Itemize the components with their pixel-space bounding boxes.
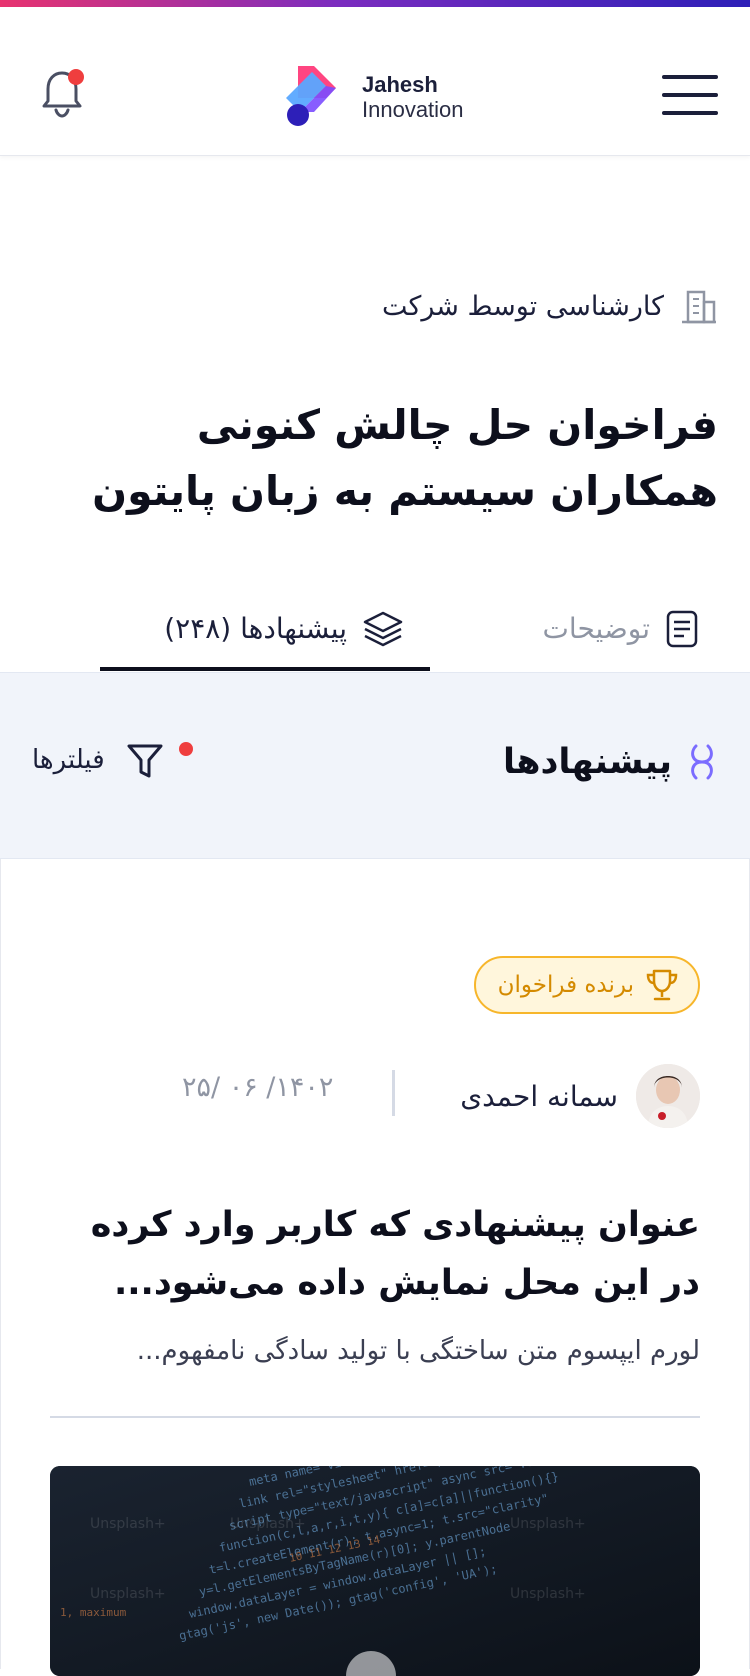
tab-description[interactable]: توضیحات [543,585,700,672]
logo-wordmark-line2: Innovation [362,97,464,122]
proposals-section-title: پیشنهادها [503,740,718,784]
building-icon [682,290,716,324]
svg-text:Unsplash+: Unsplash+ [90,1516,166,1532]
svg-text:Unsplash+: Unsplash+ [90,1586,166,1602]
link-icon [691,744,713,780]
code-image: meta name="viewport" content="width=devi… [50,1466,700,1676]
author-info[interactable]: سمانه احمدی [460,1064,700,1128]
tab-proposals-label: پیشنهادها (۲۴۸) [164,612,347,645]
svg-text:1, maximum: 1, maximum [60,1606,127,1619]
active-tab-indicator [100,667,430,671]
filter-icon [127,744,163,778]
svg-text:Unsplash+: Unsplash+ [230,1516,306,1532]
company-label-row: کارشناسی توسط شرکت [382,286,718,326]
tab-proposals[interactable]: پیشنهادها (۲۴۸) [164,585,405,672]
company-label: کارشناسی توسط شرکت [381,290,664,322]
brand-logo[interactable]: Jahesh Innovation [278,60,478,130]
filters-button[interactable]: فیلترها [32,738,193,782]
svg-text:Unsplash+: Unsplash+ [510,1586,586,1602]
tab-description-label: توضیحات [542,612,650,645]
avatar [636,1064,700,1128]
app-header: Jahesh Innovation [0,7,750,156]
layers-icon [363,611,403,646]
proposals-title: پیشنهادها [503,742,672,782]
logo-wordmark-line1: Jahesh [362,72,438,97]
card-divider [50,1416,700,1418]
proposal-media[interactable]: meta name="viewport" content="width=devi… [50,1466,700,1676]
proposal-title[interactable]: عنوان پیشنهادی که کاربر وارد کرده در این… [50,1196,700,1312]
tab-bar: توضیحات پیشنهادها (۲۴۸) [0,585,750,674]
document-icon [666,610,698,647]
proposal-excerpt: لورم ایپسوم متن ساختگی با تولید سادگی نا… [136,1336,700,1366]
filters-label: فیلترها [32,745,105,775]
challenge-title: فراخوان حل چالش کنونی همکاران سیستم به ز… [92,401,718,515]
meta-divider [392,1070,395,1116]
hamburger-menu-icon[interactable] [662,75,718,117]
top-accent-bar [0,0,750,7]
author-name: سمانه احمدی [460,1079,618,1113]
proposal-date: ۱۴۰۲/ ۰۶ /۲۵ [182,1072,334,1103]
trophy-icon [646,969,678,1001]
svg-text:Unsplash+: Unsplash+ [510,1516,586,1532]
winner-badge: برنده فراخوان [473,956,700,1014]
notification-dot [68,69,84,85]
logo-mark-icon [286,66,336,126]
filter-active-dot [179,742,193,756]
winner-badge-label: برنده فراخوان [497,972,634,998]
